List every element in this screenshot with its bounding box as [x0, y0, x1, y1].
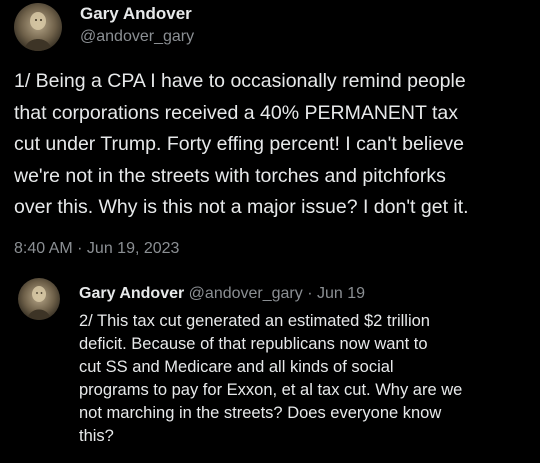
tweet-text-line: 1/ Being a CPA I have to occasionally re… [14, 70, 466, 92]
reply-author-avatar[interactable] [18, 278, 60, 320]
reply-header: Gary Andover @andover_gary · Jun 19 [79, 285, 365, 303]
reply-author-name[interactable]: Gary Andover [79, 285, 184, 302]
tweet-text-line: over this. Why is this not a major issue… [14, 196, 469, 218]
reply-text: 2/ This tax cut generated an estimated $… [79, 310, 529, 448]
reply-author-handle[interactable]: @andover_gary [189, 285, 303, 302]
tweet-timestamp[interactable]: 8:40 AM · Jun 19, 2023 [14, 240, 179, 258]
reply-text-line: deficit. Because of that republicans now… [79, 335, 428, 353]
author-avatar[interactable] [14, 3, 62, 51]
reply-text-line: this? [79, 427, 114, 445]
tweet-text: 1/ Being a CPA I have to occasionally re… [14, 66, 530, 224]
tweet-text-line: that corporations received a 40% PERMANE… [14, 101, 459, 124]
reply-date[interactable]: Jun 19 [317, 285, 365, 302]
author-handle[interactable]: @andover_gary [80, 28, 194, 46]
reply-text-line: programs to pay for Exxon, et al tax cut… [79, 381, 463, 399]
reply-text-line: not marching in the streets? Does everyo… [79, 404, 442, 422]
profile-photo-icon [18, 278, 60, 320]
reply-text-line: cut SS and Medicare and all kinds of soc… [79, 358, 394, 376]
author-name[interactable]: Gary Andover [80, 4, 192, 24]
tweet-text-line: cut under Trump. Forty effing percent! I… [14, 133, 464, 155]
profile-photo-icon [14, 3, 62, 51]
reply-text-line: 2/ This tax cut generated an estimated $… [79, 312, 430, 330]
header-separator: · [307, 285, 313, 302]
tweet-text-line: we're not in the streets with torches an… [14, 164, 446, 187]
